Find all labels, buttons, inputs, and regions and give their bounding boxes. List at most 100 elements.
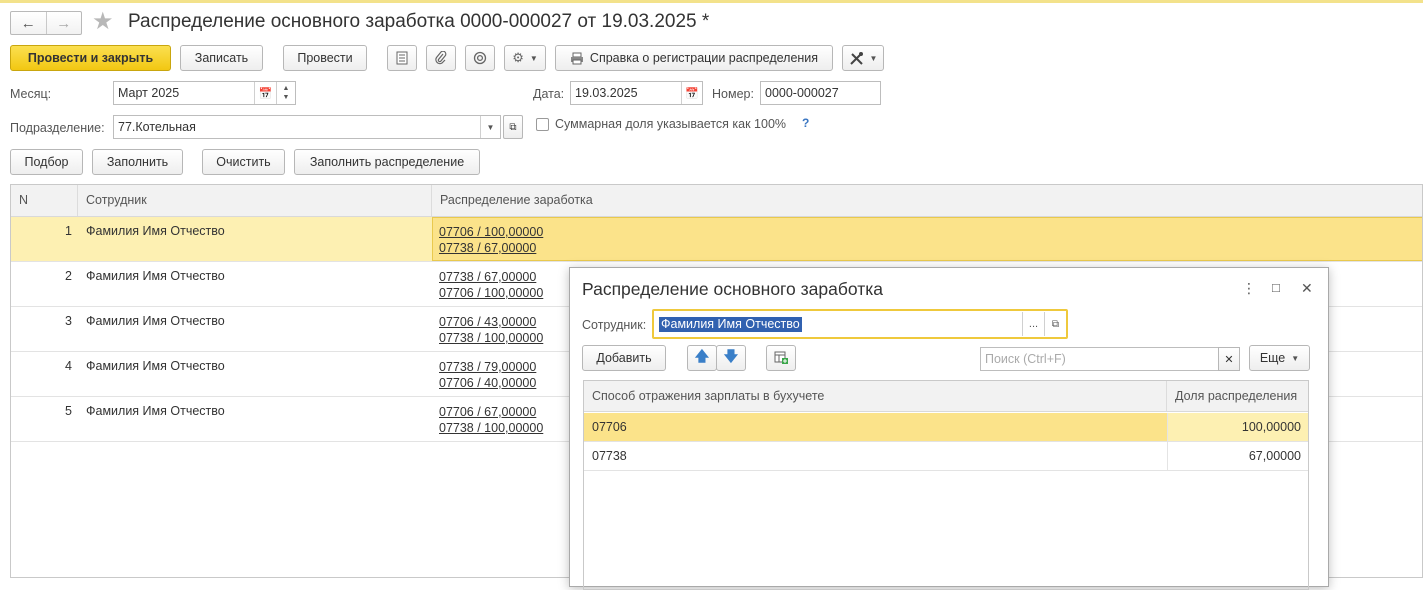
dropdown-arrow-icon: ▼ (529, 53, 538, 63)
distribution-table: Способ отражения зарплаты в бухучете Дол… (583, 380, 1309, 590)
employee-open-button[interactable]: ⧉ (1044, 312, 1066, 336)
month-label: Месяц: (10, 87, 52, 101)
calendar-icon: 📅 (685, 87, 699, 100)
add-row-button[interactable] (766, 345, 796, 371)
department-dropdown-button[interactable]: ▼ (480, 116, 500, 138)
help-circle-button[interactable] (465, 45, 495, 71)
row-method: 07706 (592, 420, 627, 434)
month-value: Март 2025 (118, 86, 180, 100)
sum-share-checkbox[interactable] (536, 118, 549, 131)
calendar-button[interactable]: 📅 (254, 82, 276, 104)
arrow-left-icon: ← (20, 14, 36, 32)
table-row[interactable]: 1 Фамилия Имя Отчество 07706 / 100,00000… (11, 217, 1422, 262)
column-method[interactable]: Способ отражения зарплаты в бухучете (584, 381, 1167, 412)
pick-button[interactable]: Подбор (10, 149, 83, 175)
ellipsis-icon: ... (1028, 318, 1039, 330)
column-share[interactable]: Доля распределения (1167, 381, 1308, 412)
more-vertical-icon[interactable]: ⋮ (1242, 280, 1256, 297)
dropdown-arrow-icon: ▼ (869, 53, 878, 63)
attach-button[interactable] (426, 45, 456, 71)
row-number: 1 (65, 224, 72, 238)
table-row[interactable]: 07738 67,00000 (584, 442, 1308, 471)
report-button[interactable]: Справка о регистрации распределения (555, 45, 833, 71)
chevron-down-icon: ▼ (486, 122, 495, 132)
column-distribution[interactable]: Распределение заработка (432, 185, 1422, 216)
number-field[interactable]: 0000-000027 (760, 81, 881, 105)
post-button[interactable]: Провести (283, 45, 367, 71)
close-icon[interactable]: ✕ (1301, 280, 1313, 297)
post-and-close-button[interactable]: Провести и закрыть (10, 45, 171, 71)
close-icon: ✕ (1224, 353, 1234, 366)
add-button[interactable]: Добавить (582, 345, 666, 371)
move-up-button[interactable]: 🡅 (687, 345, 717, 371)
search-input[interactable]: Поиск (Ctrl+F) (980, 347, 1240, 371)
more-button[interactable]: Еще ▼ (1249, 345, 1310, 371)
date-field[interactable]: 19.03.2025 📅 (570, 81, 703, 105)
row-share: 100,00000 (1167, 413, 1308, 441)
row-employee: Фамилия Имя Отчество (86, 269, 225, 283)
settings-menu-button[interactable]: ⚙ ▼ (504, 45, 546, 71)
top-accent-line (0, 0, 1423, 3)
row-distribution[interactable]: 07706 / 100,00000 07738 / 67,00000 (432, 217, 1422, 261)
row-number: 5 (65, 404, 72, 418)
row-employee: Фамилия Имя Отчество (86, 224, 225, 238)
date-label: Дата: (533, 87, 565, 101)
table-row[interactable]: 07706 100,00000 (584, 413, 1308, 442)
tools-icon (849, 51, 863, 65)
report-button-label: Справка о регистрации распределения (589, 51, 819, 65)
page-title: Распределение основного заработка 0000-0… (128, 11, 710, 32)
distribution-line[interactable]: 07738 / 67,00000 (439, 240, 1422, 256)
month-stepper[interactable]: ▲ ▼ (276, 82, 295, 104)
table-header: N Сотрудник Распределение заработка (11, 185, 1422, 217)
dialog-employee-value: Фамилия Имя Отчество (659, 317, 802, 332)
row-employee: Фамилия Имя Отчество (86, 359, 225, 373)
search-placeholder: Поиск (Ctrl+F) (985, 352, 1066, 366)
fill-distribution-button[interactable]: Заполнить распределение (294, 149, 480, 175)
more-button-label: Еще (1259, 351, 1286, 365)
column-employee[interactable]: Сотрудник (78, 185, 432, 216)
arrow-up-icon: 🡅 (694, 348, 710, 364)
clear-button[interactable]: Очистить (202, 149, 285, 175)
fill-button[interactable]: Заполнить (92, 149, 183, 175)
gear-icon: ⚙ (512, 50, 524, 65)
column-n[interactable]: N (11, 185, 78, 216)
row-number: 4 (65, 359, 72, 373)
nav-buttons: ← → (10, 11, 82, 35)
star-icon[interactable]: ★ (92, 8, 114, 36)
printer-icon (570, 52, 583, 64)
employee-select-button[interactable]: ... (1022, 312, 1044, 336)
dropdown-arrow-icon: ▼ (1291, 353, 1300, 363)
move-down-button[interactable]: 🡇 (716, 345, 746, 371)
dialog-title: Распределение основного заработка (582, 279, 884, 299)
chevron-down-icon: ▼ (282, 94, 290, 101)
number-value: 0000-000027 (765, 86, 839, 100)
paperclip-icon (435, 51, 447, 65)
clear-search-button[interactable]: ✕ (1218, 347, 1240, 371)
dialog-employee-field[interactable]: Фамилия Имя Отчество ... ⧉ (652, 309, 1068, 339)
date-value: 19.03.2025 (575, 86, 638, 100)
print-list-button[interactable] (387, 45, 417, 71)
row-number: 3 (65, 314, 72, 328)
arrow-down-icon: 🡇 (723, 348, 739, 364)
dialog-employee-label: Сотрудник: (582, 318, 647, 332)
distribution-dialog: Распределение основного заработка ⋮ □ ✕ … (569, 267, 1329, 590)
tools-menu-button[interactable]: ▼ (842, 45, 884, 71)
open-window-icon: ⧉ (509, 121, 517, 133)
forward-button[interactable]: → (45, 12, 82, 34)
lifebuoy-icon (473, 51, 487, 65)
row-share: 67,00000 (1167, 442, 1308, 470)
number-label: Номер: (712, 87, 754, 101)
calendar-icon: 📅 (258, 87, 273, 100)
save-button[interactable]: Записать (180, 45, 263, 71)
distribution-line[interactable]: 07706 / 100,00000 (439, 224, 1422, 240)
help-icon[interactable]: ? (802, 116, 809, 130)
date-calendar-button[interactable]: 📅 (681, 82, 702, 104)
document-list-icon (396, 51, 408, 65)
department-open-button[interactable]: ⧉ (503, 115, 523, 139)
row-method: 07738 (592, 449, 627, 463)
maximize-icon[interactable]: □ (1272, 280, 1280, 295)
row-employee: Фамилия Имя Отчество (86, 314, 225, 328)
back-button[interactable]: ← (11, 12, 46, 34)
department-field[interactable]: 77.Котельная ▼ (113, 115, 501, 139)
month-field[interactable]: Март 2025 📅 ▲ ▼ (113, 81, 296, 105)
